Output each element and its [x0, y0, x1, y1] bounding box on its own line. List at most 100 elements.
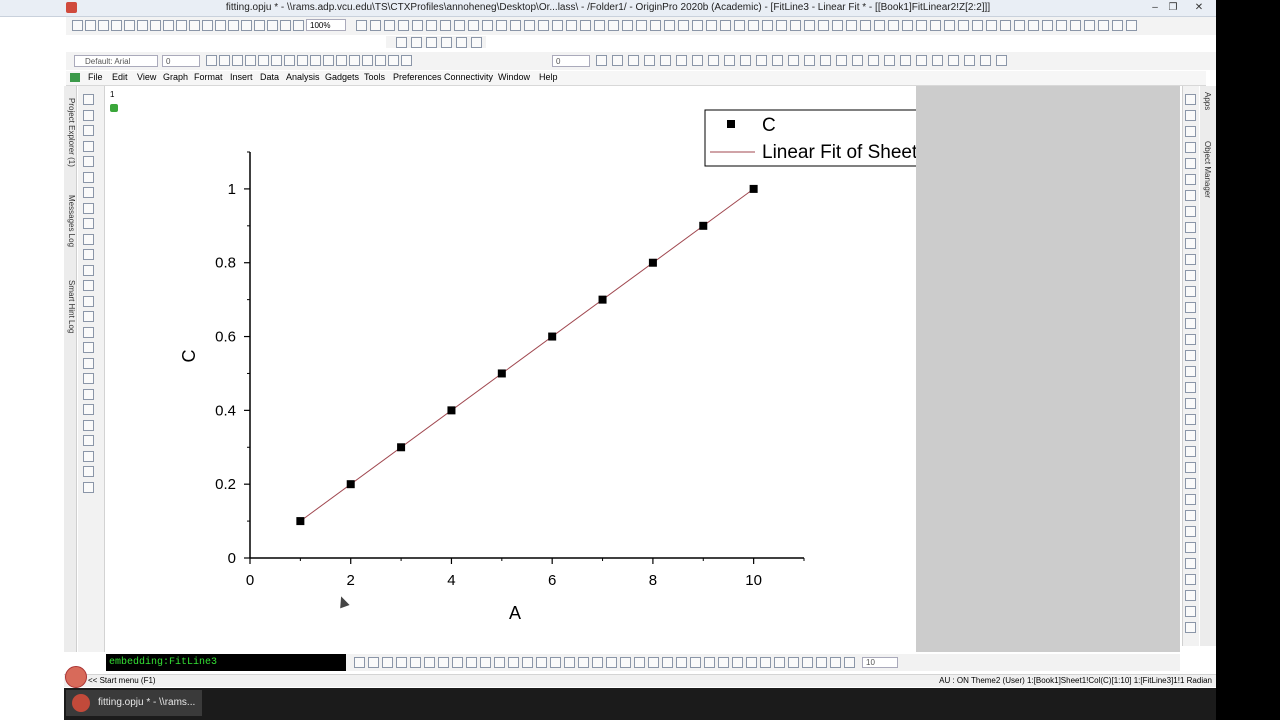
toolbar-button-icon[interactable]	[1185, 510, 1196, 521]
toolbar-button-icon[interactable]	[660, 55, 671, 66]
start-orb-icon[interactable]	[65, 666, 87, 688]
toolbar-button-icon[interactable]	[83, 435, 94, 446]
toolbar-button-icon[interactable]	[349, 55, 360, 66]
toolbar-button-icon[interactable]	[424, 657, 435, 668]
toolbar-button-icon[interactable]	[836, 55, 847, 66]
toolbar-button-icon[interactable]	[1056, 20, 1067, 31]
toolbar-button-icon[interactable]	[1042, 20, 1053, 31]
toolbar-button-icon[interactable]	[816, 657, 827, 668]
toolbar-button-icon[interactable]	[664, 20, 675, 31]
menu-edit[interactable]: Edit	[112, 72, 128, 82]
toolbar-button-icon[interactable]	[466, 657, 477, 668]
toolbar-button-icon[interactable]	[830, 657, 841, 668]
toolbar-button-icon[interactable]	[986, 20, 997, 31]
toolbar-button-icon[interactable]	[1112, 20, 1123, 31]
toolbar-button-icon[interactable]	[83, 373, 94, 384]
toolbar-button-icon[interactable]	[494, 657, 505, 668]
toolbar-button-icon[interactable]	[788, 55, 799, 66]
toolbar-button-icon[interactable]	[83, 280, 94, 291]
toolbar-button-icon[interactable]	[83, 388, 94, 400]
toolbar-button-icon[interactable]	[818, 20, 829, 31]
toolbar-button-icon[interactable]	[1185, 158, 1196, 169]
toolbar-button-icon[interactable]	[1185, 206, 1196, 217]
toolbar-button-icon[interactable]	[206, 55, 217, 66]
toolbar-button-icon[interactable]	[124, 20, 135, 31]
toolbar-button-icon[interactable]	[1185, 318, 1196, 329]
x-axis-title[interactable]: A	[509, 603, 521, 623]
toolbar-button-icon[interactable]	[972, 20, 983, 31]
toolbar-button-icon[interactable]	[83, 125, 94, 136]
toolbar-button-icon[interactable]	[482, 20, 493, 31]
toolbar-button-icon[interactable]	[1185, 142, 1196, 153]
toolbar-button-icon[interactable]	[83, 342, 94, 353]
toolbar-button-icon[interactable]	[650, 20, 661, 31]
toolbar-button-icon[interactable]	[760, 657, 771, 668]
toolbar-button-icon[interactable]	[1185, 270, 1196, 281]
toolbar-button-icon[interactable]	[271, 55, 282, 66]
toolbar-button-icon[interactable]	[396, 37, 407, 48]
toolbar-button-icon[interactable]	[410, 657, 421, 668]
toolbar-button-icon[interactable]	[232, 55, 243, 66]
toolbar-button-icon[interactable]	[916, 20, 927, 31]
toolbar-button-icon[interactable]	[706, 20, 717, 31]
toolbar-button-icon[interactable]	[1185, 350, 1196, 361]
toolbar-button-icon[interactable]	[724, 55, 735, 66]
toolbar-button-icon[interactable]	[1000, 20, 1011, 31]
toolbar-button-icon[interactable]	[438, 657, 449, 668]
toolbar-button-icon[interactable]	[323, 55, 334, 66]
toolbar-button-icon[interactable]	[996, 55, 1007, 66]
toolbar-button-icon[interactable]	[1185, 446, 1196, 457]
bottom-size-dropdown[interactable]: 10	[862, 657, 898, 668]
toolbar-button-icon[interactable]	[1098, 20, 1109, 31]
toolbar-button-icon[interactable]	[98, 20, 109, 31]
messages-log-tab[interactable]: Messages Log	[64, 190, 76, 252]
toolbar-button-icon[interactable]	[83, 311, 94, 322]
toolbar-button-icon[interactable]	[1185, 558, 1196, 569]
toolbar-button-icon[interactable]	[578, 657, 589, 668]
toolbar-button-icon[interactable]	[426, 20, 437, 31]
toolbar-button-icon[interactable]	[740, 55, 751, 66]
toolbar-button-icon[interactable]	[83, 187, 94, 198]
toolbar-button-icon[interactable]	[1185, 254, 1196, 265]
toolbar-button-icon[interactable]	[83, 94, 94, 105]
toolbar-button-icon[interactable]	[468, 20, 479, 31]
toolbar-button-icon[interactable]	[1185, 494, 1196, 505]
toolbar-button-icon[interactable]	[596, 55, 607, 66]
linear-fit-line[interactable]	[300, 188, 754, 522]
toolbar-button-icon[interactable]	[284, 55, 295, 66]
toolbar-button-icon[interactable]	[297, 55, 308, 66]
toolbar-button-icon[interactable]	[772, 55, 783, 66]
toolbar-button-icon[interactable]	[790, 20, 801, 31]
toolbar-button-icon[interactable]	[267, 20, 278, 31]
toolbar-button-icon[interactable]	[163, 20, 174, 31]
toolbar-button-icon[interactable]	[245, 55, 256, 66]
object-manager-tab[interactable]: Object Manager	[1200, 136, 1212, 202]
toolbar-button-icon[interactable]	[690, 657, 701, 668]
toolbar-button-icon[interactable]	[1185, 382, 1196, 393]
toolbar-button-icon[interactable]	[1185, 286, 1196, 297]
menu-help[interactable]: Help	[539, 72, 558, 82]
toolbar-button-icon[interactable]	[254, 20, 265, 31]
toolbar-button-icon[interactable]	[620, 657, 631, 668]
toolbar-button-icon[interactable]	[746, 657, 757, 668]
chart-svg[interactable]: 0 2 4 6 8 10 0 0.2 0.4 0.6 0.8 1 A C C Linear Fit of Sh…	[106, 86, 916, 652]
toolbar-button-icon[interactable]	[480, 657, 491, 668]
toolbar-button-icon[interactable]	[382, 657, 393, 668]
toolbar-button-icon[interactable]	[676, 55, 687, 66]
toolbar-button-icon[interactable]	[1185, 334, 1196, 345]
toolbar-button-icon[interactable]	[874, 20, 885, 31]
toolbar-button-icon[interactable]	[1126, 20, 1137, 31]
data-point[interactable]	[346, 480, 355, 489]
apps-tab[interactable]: Apps	[1200, 90, 1212, 112]
toolbar-button-icon[interactable]	[1028, 20, 1039, 31]
toolbar-button-icon[interactable]	[622, 20, 633, 31]
menu-analysis[interactable]: Analysis	[286, 72, 320, 82]
toolbar-button-icon[interactable]	[228, 20, 239, 31]
toolbar-button-icon[interactable]	[930, 20, 941, 31]
toolbar-button-icon[interactable]	[258, 55, 269, 66]
toolbar-button-icon[interactable]	[241, 20, 252, 31]
toolbar-button-icon[interactable]	[398, 20, 409, 31]
toolbar-button-icon[interactable]	[732, 657, 743, 668]
toolbar-button-icon[interactable]	[820, 55, 831, 66]
toolbar-button-icon[interactable]	[980, 55, 991, 66]
